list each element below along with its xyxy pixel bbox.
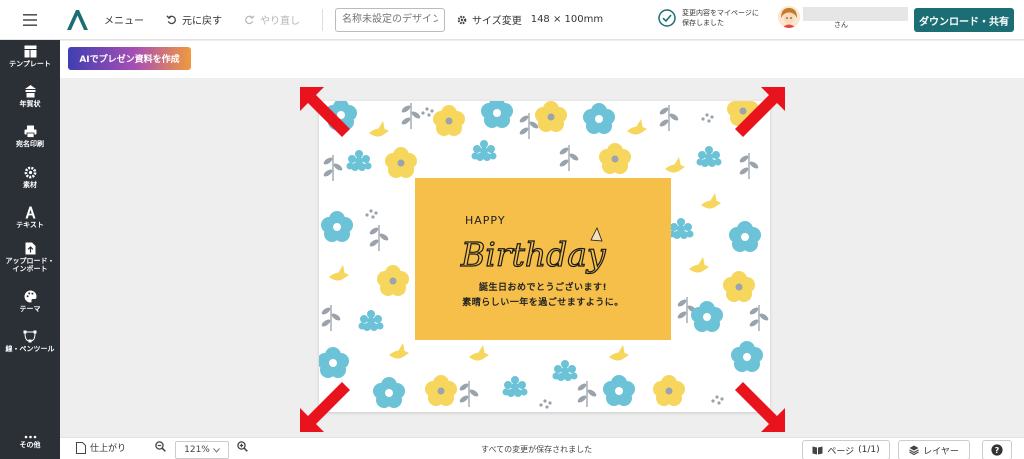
redo-label: やり直し: [260, 16, 300, 27]
layer-button[interactable]: レイヤー: [898, 440, 970, 459]
redo-icon: [245, 15, 255, 25]
zoom-in-icon: [237, 441, 248, 452]
menu-button[interactable]: メニュー: [104, 12, 144, 27]
sub-toolbar: AIでプレゼン資料を作成: [60, 41, 1024, 78]
layer-label: レイヤー: [923, 446, 959, 457]
size-value: 148 × 100mm: [530, 14, 604, 25]
gear-icon: [457, 15, 467, 24]
check-circle-icon: [658, 9, 676, 27]
undo-label: 元に戻す: [182, 16, 222, 27]
zoom-select[interactable]: 121%: [175, 441, 229, 459]
card-birthday-script[interactable]: Birthday: [459, 226, 624, 280]
page-button[interactable]: ページ (1/1): [802, 440, 890, 459]
sidebar-item-theme[interactable]: テーマ: [0, 290, 60, 313]
design-title-input[interactable]: [335, 7, 445, 32]
sidebar-item-materials[interactable]: 素材: [0, 166, 60, 189]
finish-preview-button[interactable]: 仕上がり: [76, 441, 126, 454]
sidebar: テンプレート 年賀状 宛名印刷 素材 テキスト アップロード・ インポート テー…: [0, 40, 60, 459]
zoom-in-button[interactable]: [237, 441, 248, 452]
template-icon: [24, 45, 36, 58]
avatar[interactable]: [778, 6, 800, 28]
sidebar-item-template[interactable]: テンプレート: [0, 45, 60, 68]
palette-icon: [24, 290, 36, 303]
bottom-right-arrow-icon: [735, 382, 785, 432]
download-share-button[interactable]: ダウンロード・共有: [914, 8, 1014, 32]
printer-icon: [24, 125, 36, 138]
undo-icon: [166, 15, 176, 25]
saved-notice: 変更内容をマイページに保存しました: [658, 8, 764, 28]
sidebar-item-new-year-card[interactable]: 年賀状: [0, 85, 60, 108]
menu-label: メニュー: [104, 16, 144, 27]
book-icon: [812, 446, 823, 454]
size-change-button[interactable]: サイズ変更 148 × 100mm: [457, 12, 603, 27]
chevron-down-icon: [212, 447, 220, 453]
sidebar-item-pen-tool[interactable]: 線・ペンツール: [0, 330, 60, 353]
sidebar-item-upload-import[interactable]: アップロード・ インポート: [0, 242, 60, 273]
text-icon: [25, 206, 35, 219]
card-message-line-2: 素晴らしい一年を過ごせますように。: [462, 298, 624, 308]
ai-presentation-button[interactable]: AIでプレゼン資料を作成: [68, 47, 191, 70]
more-icon: [24, 435, 36, 439]
card-message[interactable]: 誕生日おめでとうございます! 素晴らしい一年を過ごせますように。: [415, 281, 671, 311]
size-change-label: サイズ変更: [472, 16, 522, 27]
user-menu[interactable]: [778, 6, 800, 28]
top-left-arrow-icon: [300, 87, 350, 137]
card-message-panel[interactable]: HAPPY Birthday 誕生日おめでとうございます! 素晴らしい一年を過ご…: [415, 178, 671, 340]
bottom-left-arrow-icon: [300, 382, 350, 432]
redo-button[interactable]: やり直し: [244, 12, 300, 27]
pen-tool-icon: [23, 330, 37, 343]
sidebar-item-address-print[interactable]: 宛名印刷: [0, 125, 60, 148]
card-birthday-text: Birthday: [460, 235, 606, 274]
birthday-card-design[interactable]: HAPPY Birthday 誕生日おめでとうございます! 素晴らしい一年を過ご…: [319, 101, 770, 412]
save-status-text: すべての変更が保存されました: [481, 445, 593, 454]
undo-button[interactable]: 元に戻す: [166, 12, 222, 27]
help-icon: ?: [991, 444, 1003, 456]
app-logo-icon[interactable]: [64, 7, 90, 33]
new-year-card-icon: [24, 85, 36, 98]
hamburger-menu-icon[interactable]: [0, 0, 60, 40]
upload-icon: [25, 242, 35, 255]
help-glyph: ?: [995, 446, 1000, 455]
finish-label: 仕上がり: [90, 444, 127, 454]
page-count: (1/1): [858, 445, 880, 455]
top-right-arrow-icon: [735, 87, 785, 137]
zoom-value: 121%: [184, 445, 210, 455]
zoom-out-button[interactable]: [155, 441, 166, 452]
saved-notice-text: 変更内容をマイページに保存しました: [682, 9, 759, 27]
username-redacted: [803, 7, 908, 21]
help-button[interactable]: ?: [982, 440, 1012, 459]
sidebar-item-more[interactable]: その他: [0, 435, 60, 449]
bottom-bar: 仕上がり 121% すべての変更が保存されました ページ (1/1) レイヤー …: [60, 437, 1024, 459]
sidebar-item-text[interactable]: テキスト: [0, 206, 60, 229]
page-label: ページ: [827, 446, 855, 457]
card-message-line-1: 誕生日おめでとうございます!: [478, 283, 608, 293]
zoom-out-icon: [155, 441, 166, 452]
user-suffix: さん: [834, 21, 848, 29]
layers-icon: [909, 445, 919, 455]
toolbar-divider: [322, 8, 323, 31]
document-icon: [76, 441, 86, 454]
materials-icon: [24, 166, 36, 179]
